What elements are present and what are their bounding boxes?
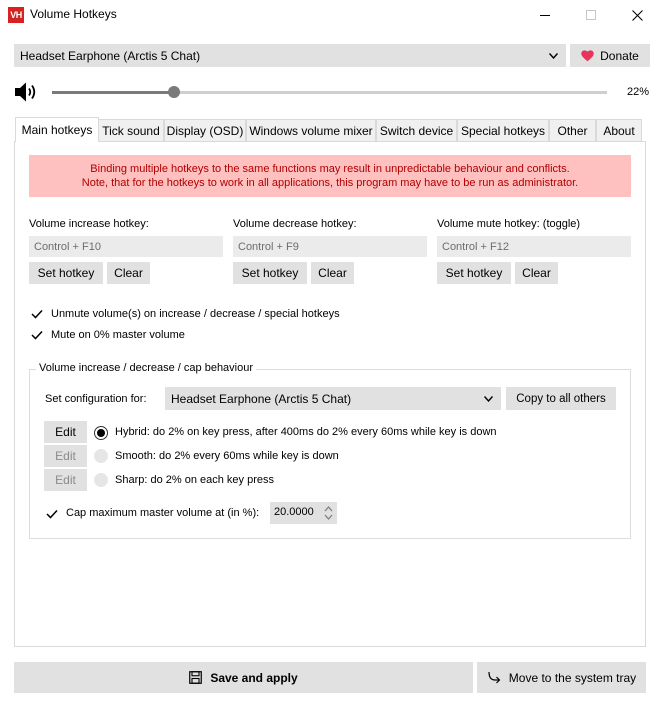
copy-to-all-button[interactable]: Copy to all others bbox=[506, 387, 616, 410]
unmute-checkbox[interactable] bbox=[30, 307, 44, 321]
volume-slider-track[interactable] bbox=[52, 86, 607, 98]
config-for-label: Set configuration for: bbox=[45, 393, 147, 405]
volume-slider-fill bbox=[52, 91, 174, 94]
unmute-label: Unmute volume(s) on increase / decrease … bbox=[51, 308, 340, 320]
volume-mute-field[interactable]: Control + F12 bbox=[437, 236, 631, 257]
chevron-down-icon bbox=[549, 52, 558, 59]
smooth-radio[interactable] bbox=[94, 449, 108, 463]
tab-main-hotkeys[interactable]: Main hotkeys bbox=[15, 117, 99, 142]
device-select-value: Headset Earphone (Arctis 5 Chat) bbox=[20, 48, 201, 63]
donate-button[interactable]: Donate bbox=[570, 44, 650, 67]
tab-label: Other bbox=[557, 123, 588, 138]
cap-label: Cap maximum master volume at (in %): bbox=[66, 507, 260, 519]
chevron-down-icon bbox=[484, 395, 493, 402]
checkmark-icon bbox=[46, 509, 58, 519]
maximize-icon bbox=[586, 10, 596, 20]
minimize-icon bbox=[540, 15, 550, 16]
minimize-button[interactable] bbox=[522, 0, 568, 30]
tab-label: Tick sound bbox=[102, 123, 160, 138]
volume-mute-label: Volume mute hotkey: (toggle) bbox=[437, 218, 581, 230]
save-icon bbox=[189, 671, 203, 684]
tab-tick-sound[interactable]: Tick sound bbox=[98, 119, 164, 141]
volume-decrease-clear-button[interactable]: Clear bbox=[311, 262, 354, 284]
save-and-apply-label: Save and apply bbox=[210, 670, 298, 685]
edit-hybrid-button[interactable]: Edit bbox=[44, 421, 87, 443]
device-select[interactable]: Headset Earphone (Arctis 5 Chat) bbox=[14, 44, 566, 67]
hybrid-radio[interactable] bbox=[94, 426, 108, 440]
volume-decrease-set-button[interactable]: Set hotkey bbox=[233, 262, 307, 284]
speaker-icon[interactable] bbox=[14, 81, 38, 103]
checkmark-icon bbox=[31, 330, 43, 340]
volume-decrease-label: Volume decrease hotkey: bbox=[233, 218, 357, 230]
warning-line-2: Note, that for the hotkeys to work in al… bbox=[81, 177, 579, 189]
tab-special-hotkeys[interactable]: Special hotkeys bbox=[457, 119, 549, 141]
maximize-button[interactable] bbox=[568, 0, 614, 30]
edit-smooth-button[interactable]: Edit bbox=[44, 445, 87, 467]
warning-banner: Binding multiple hotkeys to the same fun… bbox=[29, 155, 631, 197]
tab-about[interactable]: About bbox=[596, 119, 642, 141]
cap-value: 20.0000 bbox=[274, 506, 314, 518]
mute-zero-checkbox[interactable] bbox=[30, 328, 44, 342]
config-device-select[interactable]: Headset Earphone (Arctis 5 Chat) bbox=[165, 387, 501, 410]
config-device-value: Headset Earphone (Arctis 5 Chat) bbox=[171, 391, 352, 406]
tab-label: Main hotkeys bbox=[21, 123, 93, 137]
volume-mute-set-button[interactable]: Set hotkey bbox=[437, 262, 511, 284]
volume-mute-clear-button[interactable]: Clear bbox=[515, 262, 558, 284]
volume-increase-field[interactable]: Control + F10 bbox=[29, 236, 223, 257]
donate-label: Donate bbox=[600, 48, 639, 63]
move-to-tray-button[interactable]: Move to the system tray bbox=[477, 662, 646, 693]
window-title: Volume Hotkeys bbox=[30, 7, 117, 21]
volume-increase-clear-button[interactable]: Clear bbox=[107, 262, 150, 284]
volume-increase-label: Volume increase hotkey: bbox=[29, 218, 149, 230]
volume-slider-thumb[interactable] bbox=[168, 86, 180, 98]
tab-label: About bbox=[603, 123, 635, 138]
tab-other[interactable]: Other bbox=[549, 119, 596, 141]
tab-label: Special hotkeys bbox=[460, 123, 546, 138]
cap-value-spinbox[interactable]: 20.0000 bbox=[270, 502, 337, 524]
cap-checkbox[interactable] bbox=[45, 507, 59, 521]
behaviour-group-title: Volume increase / decrease / cap behavio… bbox=[36, 362, 257, 374]
tab-label: Display (OSD) bbox=[166, 123, 244, 138]
tab-windows-volume-mixer[interactable]: Windows volume mixer bbox=[246, 119, 376, 141]
checkmark-icon bbox=[31, 309, 43, 319]
tab-label: Switch device bbox=[379, 123, 454, 138]
mute-zero-label: Mute on 0% master volume bbox=[51, 329, 185, 341]
close-button[interactable] bbox=[614, 0, 660, 30]
hybrid-label: Hybrid: do 2% on key press, after 400ms … bbox=[115, 426, 497, 438]
edit-sharp-button[interactable]: Edit bbox=[44, 469, 87, 491]
sharp-label: Sharp: do 2% on each key press bbox=[115, 474, 274, 486]
tab-display-osd[interactable]: Display (OSD) bbox=[164, 119, 246, 141]
tab-label: Windows volume mixer bbox=[249, 123, 373, 138]
spin-arrows-icon[interactable] bbox=[324, 505, 333, 521]
volume-increase-set-button[interactable]: Set hotkey bbox=[29, 262, 103, 284]
sharp-radio[interactable] bbox=[94, 473, 108, 487]
smooth-label: Smooth: do 2% every 60ms while key is do… bbox=[115, 450, 339, 462]
volume-decrease-field[interactable]: Control + F9 bbox=[233, 236, 427, 257]
save-and-apply-button[interactable]: Save and apply bbox=[14, 662, 473, 693]
close-icon bbox=[631, 9, 643, 21]
heart-icon bbox=[581, 49, 594, 61]
warning-line-1: Binding multiple hotkeys to the same fun… bbox=[90, 163, 570, 175]
app-icon: VH bbox=[8, 7, 24, 23]
tab-switch-device[interactable]: Switch device bbox=[376, 119, 457, 141]
volume-percent: 22% bbox=[626, 86, 649, 98]
arrow-down-right-icon bbox=[488, 671, 501, 684]
move-to-tray-label: Move to the system tray bbox=[508, 670, 637, 685]
